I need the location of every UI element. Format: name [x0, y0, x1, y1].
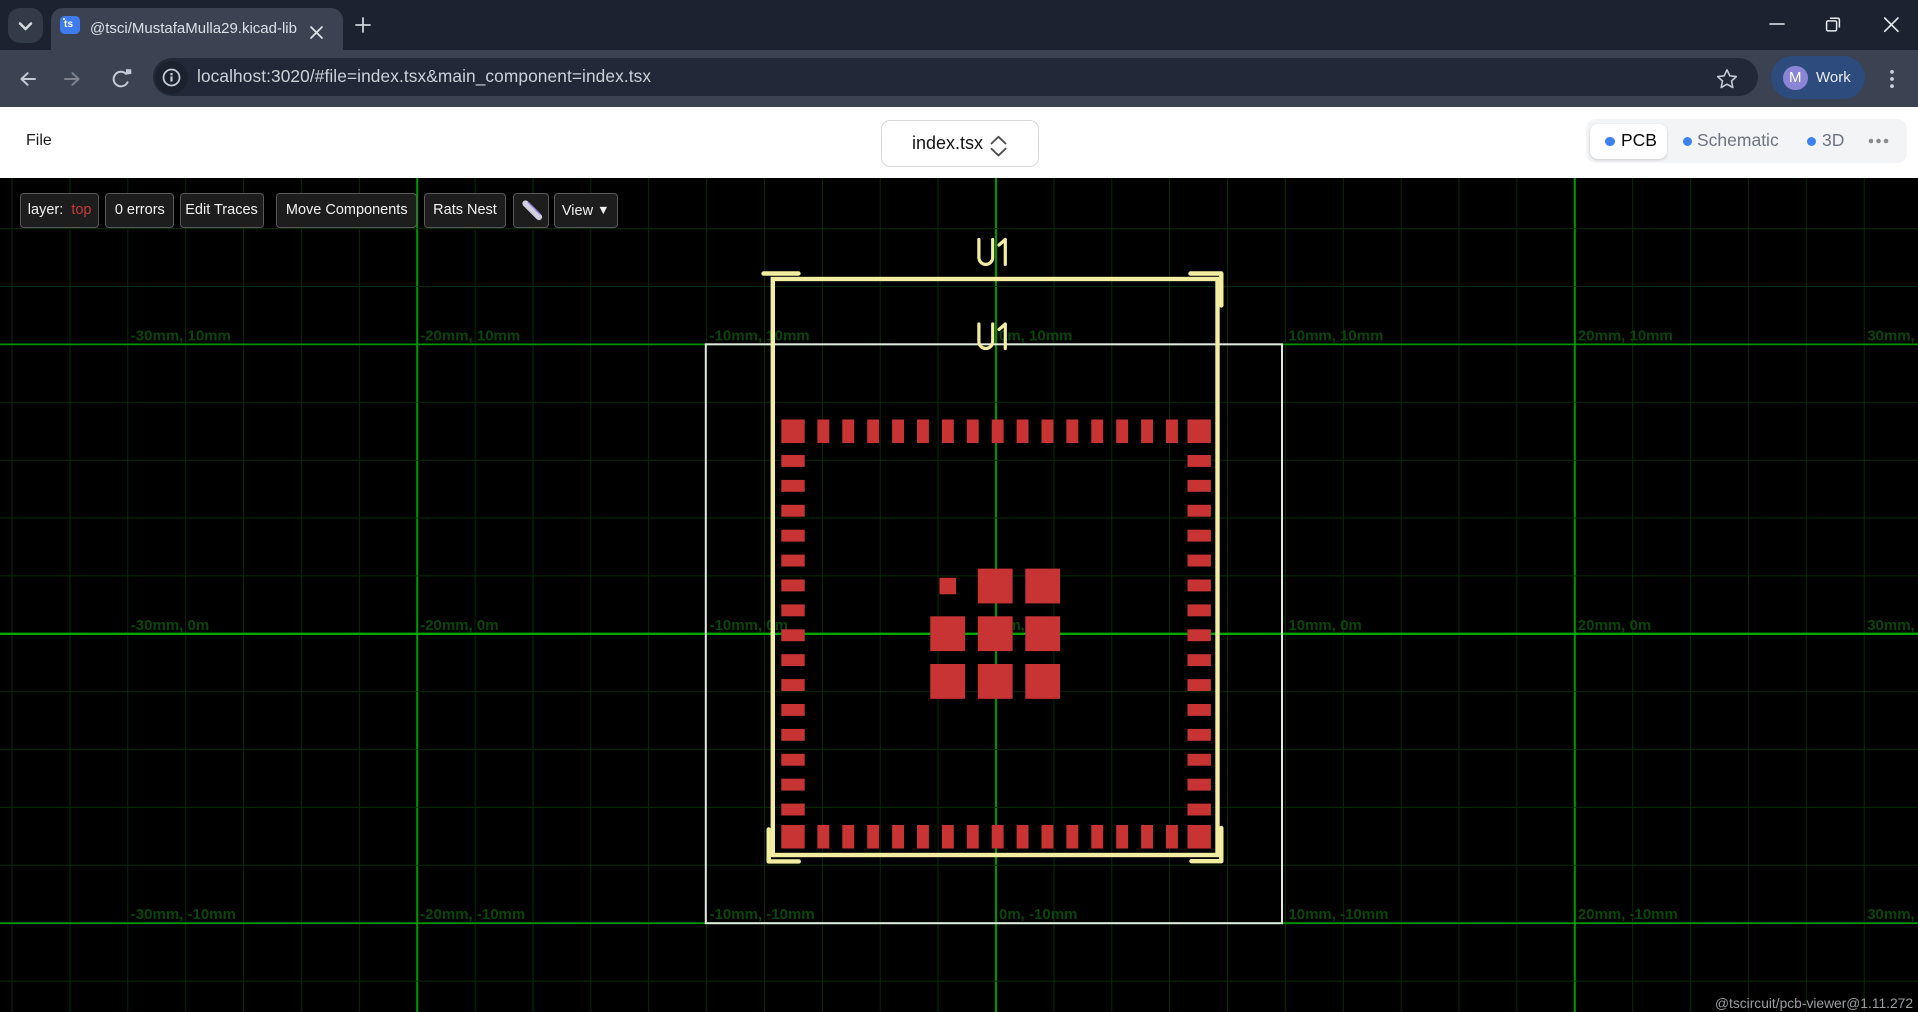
svg-text:0m, 10mm: 0m, 10mm	[999, 327, 1072, 344]
svg-text:-20mm, 10mm: -20mm, 10mm	[420, 327, 520, 344]
svg-text:-30mm, -10mm: -30mm, -10mm	[131, 906, 236, 923]
svg-text:0m, -10mm: 0m, -10mm	[999, 906, 1077, 923]
svg-text:-10mm, 0m: -10mm, 0m	[710, 617, 788, 634]
svg-text:10mm, 0m: 10mm, 0m	[1288, 617, 1361, 634]
svg-text:20mm, 10mm: 20mm, 10mm	[1578, 327, 1673, 344]
svg-text:-10mm, -10mm: -10mm, -10mm	[710, 906, 815, 923]
svg-text:20mm, 0m: 20mm, 0m	[1578, 617, 1651, 634]
svg-text:10mm, 10mm: 10mm, 10mm	[1288, 327, 1383, 344]
svg-text:-30mm, 0m: -30mm, 0m	[131, 617, 209, 634]
svg-text:-20mm, 0m: -20mm, 0m	[420, 617, 498, 634]
svg-text:-20mm, -10mm: -20mm, -10mm	[420, 906, 525, 923]
svg-text:20mm, -10mm: 20mm, -10mm	[1578, 906, 1678, 923]
svg-text:-10mm, 10mm: -10mm, 10mm	[710, 327, 810, 344]
svg-text:30mm, 0m: 30mm, 0m	[1867, 617, 1918, 634]
svg-text:-30mm, 10mm: -30mm, 10mm	[131, 327, 231, 344]
svg-text:10mm, -10mm: 10mm, -10mm	[1288, 906, 1388, 923]
svg-text:30mm, 10mm: 30mm, 10mm	[1867, 327, 1918, 344]
svg-text:30mm, -10mm: 30mm, -10mm	[1867, 906, 1918, 923]
